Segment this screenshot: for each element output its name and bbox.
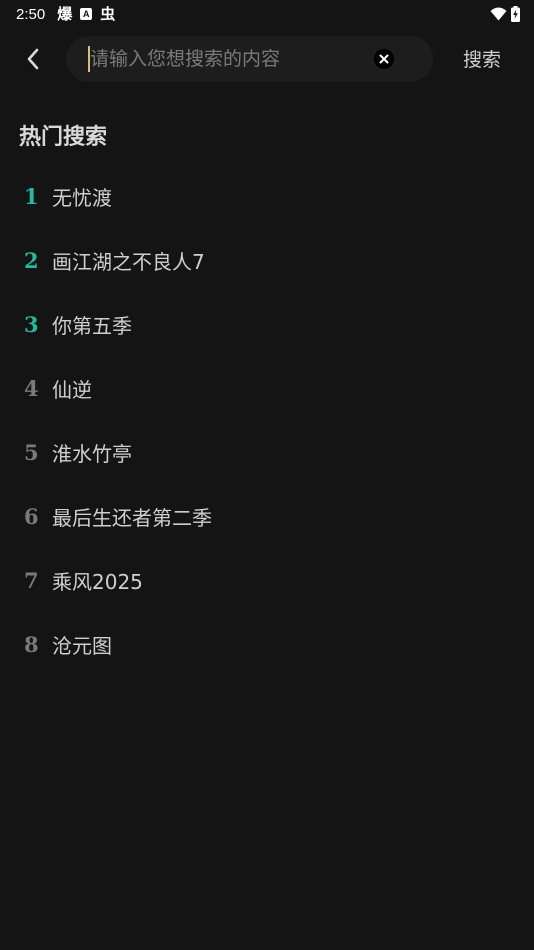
- hot-search-label: 画江湖之不良人7: [52, 249, 205, 274]
- battery-charging-icon: [511, 6, 520, 22]
- hot-search-label: 无忧渡: [52, 185, 112, 210]
- close-icon: [379, 54, 389, 64]
- hot-search-item[interactable]: 3 你第五季: [0, 292, 534, 356]
- rank-number: 2: [24, 247, 39, 273]
- clear-button[interactable]: [374, 49, 394, 69]
- rank-number: 7: [24, 567, 39, 593]
- a-box-notification-icon: A: [80, 8, 93, 20]
- hot-search-list: 1 无忧渡 2 画江湖之不良人7 3 你第五季 4 仙逆 5 淮水竹亭 6 最后…: [0, 164, 534, 676]
- rank-number: 1: [24, 183, 39, 209]
- hot-search-label: 最后生还者第二季: [52, 505, 212, 530]
- hot-search-item[interactable]: 4 仙逆: [0, 356, 534, 420]
- status-time: 2:50: [16, 5, 46, 23]
- hot-search-title: 热门搜索: [19, 125, 108, 150]
- rank-number: 5: [24, 439, 39, 465]
- search-header: 搜索: [0, 36, 534, 82]
- search-button[interactable]: 搜索: [463, 45, 501, 72]
- status-bar: 2:50 爆 A 虫: [0, 0, 534, 28]
- wifi-icon: [490, 7, 507, 21]
- hot-search-item[interactable]: 6 最后生还者第二季: [0, 484, 534, 548]
- hot-search-item[interactable]: 5 淮水竹亭: [0, 420, 534, 484]
- notification-icons: 爆 A 虫: [57, 4, 116, 23]
- chevron-left-icon: [27, 48, 39, 70]
- hot-search-label: 乘风2025: [52, 569, 143, 594]
- rank-number: 4: [24, 375, 39, 401]
- hot-search-label: 仙逆: [52, 377, 92, 402]
- hot-search-item[interactable]: 1 无忧渡: [0, 164, 534, 228]
- bug-notification-icon: 虫: [100, 4, 116, 23]
- hot-search-item[interactable]: 2 画江湖之不良人7: [0, 228, 534, 292]
- hot-search-item[interactable]: 8 沧元图: [0, 612, 534, 676]
- hot-search-label: 你第五季: [52, 313, 132, 338]
- rank-number: 6: [24, 503, 39, 529]
- hot-search-label: 淮水竹亭: [52, 441, 132, 466]
- search-input[interactable]: [90, 36, 370, 82]
- bao-notification-icon: 爆: [57, 4, 73, 23]
- rank-number: 3: [24, 311, 39, 337]
- hot-search-label: 沧元图: [52, 633, 112, 658]
- status-right-icons: [490, 6, 520, 22]
- hot-search-item[interactable]: 7 乘风2025: [0, 548, 534, 612]
- rank-number: 8: [24, 631, 39, 657]
- search-box[interactable]: [66, 36, 433, 82]
- back-button[interactable]: [18, 44, 48, 74]
